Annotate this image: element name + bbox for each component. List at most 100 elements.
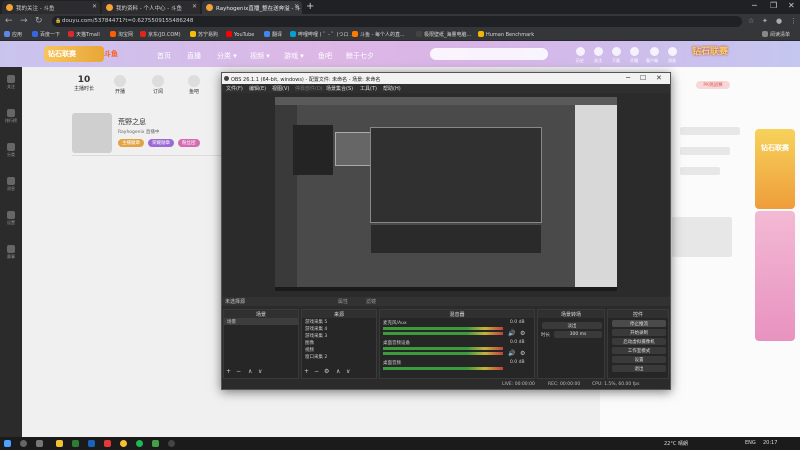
nav-video[interactable]: 视频 ▾: [250, 51, 270, 61]
source-item[interactable]: 图像: [302, 339, 376, 346]
bookmark-suning[interactable]: 苏宁易购: [190, 31, 218, 38]
nav-yuba[interactable]: 鱼吧: [318, 51, 332, 61]
promo-banner-lower[interactable]: [755, 211, 795, 341]
remove-source-icon[interactable]: −: [314, 368, 319, 375]
nav-qixi[interactable]: 鲸于七夕: [346, 51, 374, 61]
task-view-icon[interactable]: [36, 440, 43, 447]
download-icon[interactable]: [612, 47, 621, 56]
history-icon[interactable]: [576, 47, 585, 56]
honor-badge-chip[interactable]: 荣耀勋章: [148, 139, 174, 147]
profile-icon[interactable]: ●: [776, 17, 782, 25]
forward-icon[interactable]: →: [20, 16, 28, 26]
obs-taskbar-icon[interactable]: [168, 440, 175, 447]
remove-scene-icon[interactable]: −: [236, 368, 241, 375]
bookmark-translate[interactable]: 翻译: [264, 31, 282, 38]
app-icon[interactable]: [104, 440, 111, 447]
nav-game[interactable]: 游戏 ▾: [284, 51, 304, 61]
menu-view[interactable]: 视图(V): [272, 85, 289, 92]
wechat-icon[interactable]: [152, 440, 159, 447]
weather-text[interactable]: 22°C 晴朗: [664, 440, 688, 447]
bookmark-tmall[interactable]: 天猫Tmall: [68, 31, 100, 38]
fan-club-chip[interactable]: 粉丝团: [178, 139, 200, 147]
exit-button[interactable]: 退出: [612, 365, 666, 372]
client-icon[interactable]: [650, 47, 659, 56]
bookmark-jd[interactable]: 京东(JD.COM): [140, 31, 181, 38]
obs-maximize-icon[interactable]: ☐: [640, 74, 646, 82]
source-item[interactable]: 窗口采集 2: [302, 353, 376, 360]
source-item[interactable]: 游戏采集 5: [302, 318, 376, 325]
mixer-gear-icon[interactable]: ⚙: [520, 330, 525, 337]
url-input[interactable]: 🔒 douyu.com/53784471?t=0.627550915548624…: [52, 16, 742, 27]
move-down-icon[interactable]: ∨: [258, 368, 262, 375]
app-icon[interactable]: [88, 440, 95, 447]
minimize-icon[interactable]: ─: [752, 1, 757, 10]
back-icon[interactable]: ←: [5, 16, 13, 26]
add-source-icon[interactable]: +: [304, 368, 309, 375]
tab-following[interactable]: 我的关注 - 斗鱼 ✕: [2, 1, 100, 14]
bookmark-baidu[interactable]: 百度一下: [32, 31, 60, 38]
move-down-icon[interactable]: ∨: [346, 368, 350, 375]
spotify-icon[interactable]: [136, 440, 143, 447]
start-recording-button[interactable]: 开始录制: [612, 329, 666, 336]
close-tab-icon[interactable]: ✕: [294, 3, 299, 10]
source-settings-icon[interactable]: ⚙: [324, 368, 329, 375]
bookmark-taobao[interactable]: 淘宝网: [110, 31, 133, 38]
bookmark-youtube[interactable]: YouTube: [226, 31, 254, 38]
pk-challenge-button[interactable]: PK挑战赛: [696, 81, 730, 89]
sidebar-item-follow[interactable]: 关注: [5, 75, 17, 90]
duration-input[interactable]: 300 ms: [554, 331, 602, 338]
search-icon[interactable]: [20, 440, 27, 447]
close-window-icon[interactable]: ✕: [788, 1, 795, 10]
obs-minimize-icon[interactable]: ─: [626, 74, 630, 82]
douyu-logo[interactable]: 钻石联赛: [44, 46, 104, 62]
mixer-gear-icon[interactable]: ⚙: [520, 350, 525, 357]
extensions-icon[interactable]: ✦: [762, 17, 768, 25]
source-item[interactable]: 视频: [302, 346, 376, 353]
bookmark-apps[interactable]: 应用: [4, 31, 22, 38]
close-tab-icon[interactable]: ✕: [92, 3, 97, 10]
reading-list[interactable]: 阅读清单: [762, 31, 790, 38]
sidebar-item-events[interactable]: 赛事: [5, 245, 17, 260]
bookmark-douyu[interactable]: 斗鱼 - 每个人的直...: [352, 31, 405, 38]
add-scene-icon[interactable]: +: [226, 368, 231, 375]
reload-icon[interactable]: ↻: [35, 16, 43, 26]
desktop-device-slider[interactable]: [383, 352, 503, 355]
stat-broadcast[interactable]: 开播: [114, 75, 126, 95]
nav-category[interactable]: 分类 ▾: [217, 51, 237, 61]
sidebar-item-message[interactable]: 消息: [5, 177, 17, 192]
tab-live-room[interactable]: Rayhogenix直播_整在送奔溢 - 斗 ✕: [202, 1, 302, 14]
streamer-avatar[interactable]: [72, 113, 112, 153]
streamer-badge-chip[interactable]: 主播徽章: [118, 139, 144, 147]
menu-tools[interactable]: 工具(T): [360, 85, 377, 92]
stop-streaming-button[interactable]: 停止推流: [612, 320, 666, 327]
transition-type-select[interactable]: 淡出: [542, 322, 602, 329]
file-explorer-icon[interactable]: [56, 440, 63, 447]
scene-item[interactable]: 场景: [224, 318, 298, 325]
sidebar-item-settings[interactable]: 设置: [5, 211, 17, 226]
menu-file[interactable]: 文件(F): [226, 85, 243, 92]
douyu-search-input[interactable]: [430, 48, 548, 60]
menu-docks[interactable]: 停靠部件(D): [295, 85, 323, 92]
broadcast-icon[interactable]: [630, 47, 639, 56]
filters-button[interactable]: 滤镜: [366, 298, 376, 305]
speaker-icon[interactable]: 🔊: [508, 350, 515, 357]
windows-start-icon[interactable]: [4, 440, 11, 447]
message-icon[interactable]: [668, 47, 677, 56]
chrome-icon[interactable]: [120, 440, 127, 447]
properties-button[interactable]: 属性: [338, 298, 348, 305]
clock[interactable]: 20:17: [763, 440, 777, 446]
bookmark-star-icon[interactable]: ☆: [748, 17, 754, 25]
nav-home[interactable]: 首页: [157, 51, 171, 61]
bookmark-wallpaper[interactable]: 极限壁纸_海量电脑...: [416, 31, 471, 38]
move-up-icon[interactable]: ∧: [248, 368, 252, 375]
menu-help[interactable]: 帮助(H): [383, 85, 401, 92]
studio-mode-button[interactable]: 工作室模式: [612, 347, 666, 354]
promo-banner[interactable]: 钻石联赛: [755, 129, 795, 209]
settings-button[interactable]: 设置: [612, 356, 666, 363]
language-indicator[interactable]: ENG: [745, 440, 756, 446]
follow-icon[interactable]: [594, 47, 603, 56]
tab-profile[interactable]: 我的资料 - 个人中心 - 斗鱼 ✕: [102, 1, 200, 14]
source-item[interactable]: 游戏采集 3: [302, 332, 376, 339]
sidebar-item-category[interactable]: 分类: [5, 143, 17, 158]
new-tab-button[interactable]: +: [306, 1, 314, 12]
